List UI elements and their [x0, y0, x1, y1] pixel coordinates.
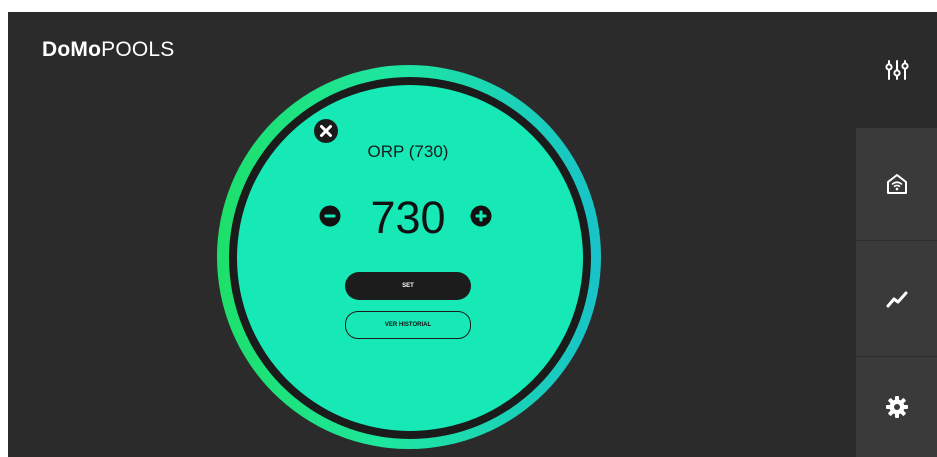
- home-wifi-icon: [886, 174, 907, 194]
- set-button[interactable]: SET: [345, 272, 471, 300]
- gear-icon: [885, 396, 908, 418]
- trend-chart-icon: [886, 291, 907, 307]
- sidebar-item-home[interactable]: [856, 128, 937, 241]
- app-screen: DoMoPOOLS ORP (730) 730 SET VER HISTORIA…: [8, 12, 937, 457]
- close-button[interactable]: [313, 118, 339, 144]
- sidebar-item-stats[interactable]: [856, 241, 937, 357]
- app-logo: DoMoPOOLS: [42, 38, 175, 62]
- view-history-button[interactable]: VER HISTORIAL: [345, 311, 471, 339]
- increment-button[interactable]: [470, 205, 492, 227]
- logo-light: POOLS: [101, 38, 175, 61]
- decrement-button[interactable]: [319, 205, 341, 227]
- dial-face: [237, 85, 583, 431]
- orp-title: ORP (730): [367, 142, 449, 161]
- sidebar-item-controls[interactable]: [856, 12, 937, 128]
- sliders-icon: [884, 60, 909, 80]
- minus-icon: [319, 205, 341, 227]
- logo-bold: DoMo: [42, 38, 102, 61]
- sidebar-item-settings[interactable]: [856, 357, 937, 457]
- orp-value: 730: [370, 192, 446, 243]
- plus-icon: [470, 205, 492, 227]
- sidebar: [856, 12, 937, 457]
- close-icon: [314, 119, 338, 143]
